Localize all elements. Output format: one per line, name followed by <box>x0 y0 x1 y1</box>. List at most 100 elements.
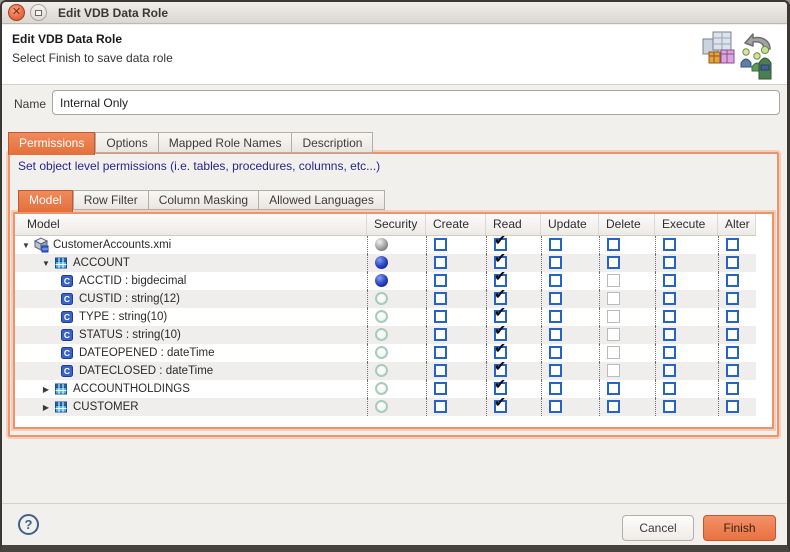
read-checkbox[interactable]: ✔ <box>494 292 507 305</box>
subtab-row-filter[interactable]: Row Filter <box>73 190 148 210</box>
update-checkbox[interactable] <box>549 364 562 377</box>
read-checkbox[interactable]: ✔ <box>494 364 507 377</box>
security-cell <box>367 398 426 416</box>
create-cell <box>426 344 486 362</box>
alter-checkbox[interactable] <box>726 346 739 359</box>
alter-checkbox[interactable] <box>726 364 739 377</box>
execute-cell <box>655 308 718 326</box>
execute-checkbox[interactable] <box>663 346 676 359</box>
update-checkbox[interactable] <box>549 346 562 359</box>
execute-checkbox[interactable] <box>663 292 676 305</box>
create-cell <box>426 380 486 398</box>
collapse-toggle-icon[interactable]: ▼ <box>19 241 33 250</box>
execute-checkbox[interactable] <box>663 256 676 269</box>
alter-checkbox[interactable] <box>726 238 739 251</box>
window-title: Edit VDB Data Role <box>58 6 168 20</box>
alter-checkbox[interactable] <box>726 274 739 287</box>
create-checkbox[interactable] <box>434 310 447 323</box>
alter-checkbox[interactable] <box>726 292 739 305</box>
create-checkbox[interactable] <box>434 400 447 413</box>
subtab-allowed-languages[interactable]: Allowed Languages <box>258 190 385 210</box>
create-checkbox[interactable] <box>434 238 447 251</box>
alter-checkbox[interactable] <box>726 400 739 413</box>
update-checkbox[interactable] <box>549 310 562 323</box>
delete-checkbox[interactable] <box>607 382 620 395</box>
column-header-execute: Execute <box>655 214 718 235</box>
create-checkbox[interactable] <box>434 292 447 305</box>
update-checkbox[interactable] <box>549 274 562 287</box>
update-cell <box>541 254 599 272</box>
alter-checkbox[interactable] <box>726 310 739 323</box>
security-cell <box>367 290 426 308</box>
security-cell <box>367 308 426 326</box>
cancel-button[interactable]: Cancel <box>622 515 694 541</box>
checkmark-icon: ✔ <box>494 272 507 285</box>
execute-checkbox[interactable] <box>663 382 676 395</box>
execute-checkbox[interactable] <box>663 310 676 323</box>
tab-description[interactable]: Description <box>291 132 373 153</box>
read-checkbox[interactable]: ✔ <box>494 346 507 359</box>
alter-checkbox[interactable] <box>726 256 739 269</box>
delete-checkbox[interactable] <box>607 256 620 269</box>
subtab-model[interactable]: Model <box>18 190 73 212</box>
read-checkbox[interactable]: ✔ <box>494 238 507 251</box>
update-checkbox[interactable] <box>549 256 562 269</box>
tree-cell: CDATECLOSED : dateTime <box>15 362 367 380</box>
update-checkbox[interactable] <box>549 238 562 251</box>
subtab-column-masking[interactable]: Column Masking <box>148 190 258 210</box>
create-checkbox[interactable] <box>434 256 447 269</box>
execute-checkbox[interactable] <box>663 328 676 341</box>
finish-button[interactable]: Finish <box>703 515 776 541</box>
tab-mapped-role-names[interactable]: Mapped Role Names <box>158 132 292 153</box>
update-checkbox[interactable] <box>549 328 562 341</box>
create-checkbox[interactable] <box>434 382 447 395</box>
read-checkbox[interactable]: ✔ <box>494 274 507 287</box>
delete-cell <box>599 290 655 308</box>
execute-checkbox[interactable] <box>663 274 676 287</box>
update-checkbox[interactable] <box>549 382 562 395</box>
read-checkbox[interactable]: ✔ <box>494 310 507 323</box>
close-icon[interactable]: ✕ <box>8 4 25 21</box>
create-checkbox[interactable] <box>434 364 447 377</box>
edit-vdb-data-role-dialog: ✕ Edit VDB Data Role Edit VDB Data Role … <box>0 0 790 552</box>
create-checkbox[interactable] <box>434 328 447 341</box>
row-label: ACCTID : bigdecimal <box>79 275 186 287</box>
permissions-panel: Set object level permissions (i.e. table… <box>8 152 779 437</box>
delete-cell <box>599 308 655 326</box>
expand-toggle-icon[interactable]: ▶ <box>39 385 53 394</box>
permissions-table: ModelSecurityCreateReadUpdateDeleteExecu… <box>13 212 774 429</box>
update-checkbox[interactable] <box>549 292 562 305</box>
table-row: CDATECLOSED : dateTime ✔ <box>15 362 756 380</box>
read-cell: ✔ <box>486 236 541 254</box>
execute-cell <box>655 398 718 416</box>
svg-text:C: C <box>64 348 70 358</box>
read-checkbox[interactable]: ✔ <box>494 328 507 341</box>
svg-text:C: C <box>64 330 70 340</box>
update-checkbox[interactable] <box>549 400 562 413</box>
create-checkbox[interactable] <box>434 346 447 359</box>
table-icon <box>53 381 69 397</box>
delete-checkbox[interactable] <box>607 238 620 251</box>
row-label: DATECLOSED : dateTime <box>79 365 213 377</box>
read-checkbox[interactable]: ✔ <box>494 256 507 269</box>
alter-cell <box>718 362 756 380</box>
read-checkbox[interactable]: ✔ <box>494 382 507 395</box>
collapse-toggle-icon[interactable]: ▼ <box>39 259 53 268</box>
execute-checkbox[interactable] <box>663 364 676 377</box>
execute-checkbox[interactable] <box>663 400 676 413</box>
model-icon <box>33 237 49 253</box>
execute-checkbox[interactable] <box>663 238 676 251</box>
tab-permissions[interactable]: Permissions <box>8 132 95 155</box>
name-input[interactable] <box>52 90 780 115</box>
alter-checkbox[interactable] <box>726 328 739 341</box>
tab-options[interactable]: Options <box>95 132 157 153</box>
delete-cell <box>599 254 655 272</box>
maximize-icon[interactable] <box>30 4 47 21</box>
alter-checkbox[interactable] <box>726 382 739 395</box>
alter-cell <box>718 290 756 308</box>
help-icon[interactable]: ? <box>18 514 39 535</box>
create-checkbox[interactable] <box>434 274 447 287</box>
expand-toggle-icon[interactable]: ▶ <box>39 403 53 412</box>
delete-checkbox[interactable] <box>607 400 620 413</box>
read-checkbox[interactable]: ✔ <box>494 400 507 413</box>
